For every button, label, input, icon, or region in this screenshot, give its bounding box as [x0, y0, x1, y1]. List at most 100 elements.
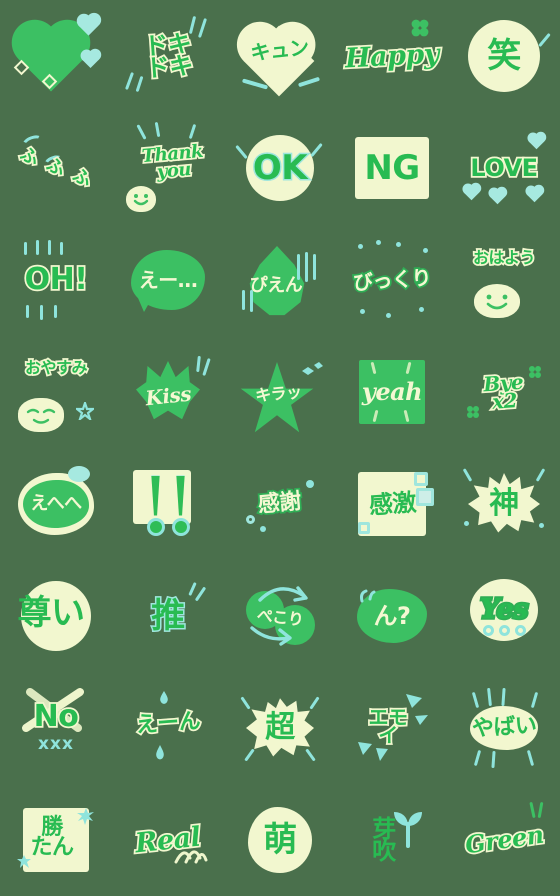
emoji-cell-bye[interactable]: Bye x2: [448, 336, 560, 448]
emoji-cell-love[interactable]: LOVE: [448, 112, 560, 224]
smiley-face-icon: [474, 284, 520, 318]
emoji-cell-yes[interactable]: Yes: [448, 560, 560, 672]
emoji-cell-bikkuri[interactable]: びっくり: [336, 224, 448, 336]
emoji-art: OH!: [10, 234, 102, 326]
square-accent: [414, 472, 428, 486]
emoji-art: ドキ ドキ: [122, 10, 214, 102]
emoji-cell-warai[interactable]: 笑: [448, 0, 560, 112]
emoji-cell-pekori[interactable]: ぺこり: [224, 560, 336, 672]
emoji-cell-oshi[interactable]: 推: [112, 560, 224, 672]
swoosh-line: [297, 76, 321, 88]
emoji-cell-fufufu[interactable]: ふ ふ ふ: [0, 112, 112, 224]
emoji-label: Thank you: [140, 140, 206, 185]
speed-line: [135, 75, 144, 93]
emoji-label: エモ イ: [367, 704, 410, 747]
exclamation-dot: [174, 520, 187, 533]
confetti-dot: [358, 244, 363, 249]
emoji-cell-kira[interactable]: キラッ: [224, 336, 336, 448]
spark-line: [188, 581, 197, 597]
emoji-cell-hmm[interactable]: ん?: [336, 560, 448, 672]
bubble-dot: [260, 526, 266, 532]
confetti-dot: [396, 242, 401, 247]
emoji-label: えーん: [133, 707, 203, 740]
square-accent: [416, 488, 434, 506]
emoji-art: 超: [234, 682, 326, 774]
emoji-art: OK: [234, 122, 326, 214]
emoji-label: 超: [265, 710, 295, 745]
rain-line: [242, 290, 245, 310]
emoji-label: ぴえん: [249, 275, 303, 296]
confetti-dot: [419, 307, 424, 312]
bubble-dot: [246, 515, 255, 524]
emoji-cell-pien[interactable]: ぴえん: [224, 224, 336, 336]
emoji-cell-yeah[interactable]: yeah: [336, 336, 448, 448]
mini-heart-icon: [526, 186, 543, 203]
emoji-cell-ohayou[interactable]: おはよう: [448, 224, 560, 336]
emoji-cell-kangeki[interactable]: 感激: [336, 448, 448, 560]
emoji-art: びっくり: [346, 234, 438, 326]
emoji-cell-yabai[interactable]: やばい: [448, 672, 560, 784]
emoji-art: 感激: [346, 458, 438, 550]
spark-line: [244, 748, 255, 762]
emoji-cell-katan[interactable]: 勝 たん: [0, 784, 112, 896]
emoji-cell-een[interactable]: えーん: [112, 672, 224, 784]
emoji-art: Happy: [343, 10, 442, 102]
emoji-art: Bye x2: [458, 346, 550, 438]
mini-heart-icon: [81, 50, 100, 69]
emoji-cell-kiss[interactable]: Kiss: [112, 336, 224, 448]
spark-line: [501, 687, 506, 707]
emoji-cell-real[interactable]: Real: [112, 784, 224, 896]
confetti-dot: [386, 313, 391, 318]
emoji-cell-emoi[interactable]: エモ イ: [336, 672, 448, 784]
emoji-label: 勝 たん: [30, 814, 74, 860]
spark-line: [235, 144, 248, 160]
emoji-cell-dokidoki[interactable]: ドキ ドキ: [112, 0, 224, 112]
emoji-label: 神: [489, 486, 519, 521]
dot: [482, 625, 494, 636]
emoji-cell-ee[interactable]: えー…: [112, 224, 224, 336]
emoji-art: えーん: [122, 682, 214, 774]
emoji-art: 感謝: [234, 458, 326, 550]
emoji-cell-oyasumi[interactable]: おやすみ: [0, 336, 112, 448]
emoji-art: エモ イ: [346, 682, 438, 774]
emoji-cell-kyun[interactable]: キュン: [224, 0, 336, 112]
emoji-art: ん?: [346, 570, 438, 662]
emoji-art: Thank you: [122, 121, 214, 214]
spark-line: [60, 242, 63, 255]
spark-line: [194, 586, 207, 602]
emoji-cell-no[interactable]: No xxx: [0, 672, 112, 784]
emoji-cell-heart[interactable]: [0, 0, 112, 112]
emoji-cell-green[interactable]: Green: [448, 784, 560, 896]
emoji-cell-ok[interactable]: OK: [224, 112, 336, 224]
emoji-art: キラッ: [234, 346, 326, 438]
spark-line: [26, 305, 29, 318]
emoji-cell-thankyou[interactable]: Thank you: [112, 112, 224, 224]
spark-line: [48, 240, 51, 255]
emoji-art: Yes: [458, 570, 550, 662]
emoji-cell-ehehe[interactable]: えへへ: [0, 448, 112, 560]
emoji-cell-happy[interactable]: Happy: [336, 0, 448, 112]
emoji-art: [10, 10, 102, 102]
emoji-cell-chou[interactable]: 超: [224, 672, 336, 784]
sleeping-face-icon: [18, 398, 64, 432]
emoji-art: LOVE: [458, 122, 550, 214]
emoji-cell-double-exclamation[interactable]: !!: [112, 448, 224, 560]
emoji-cell-kansha[interactable]: 感謝: [224, 448, 336, 560]
spark-line: [526, 749, 535, 767]
emoji-label: Happy: [343, 36, 442, 75]
emoji-cell-oh[interactable]: OH!: [0, 224, 112, 336]
triangle-accent: [414, 712, 430, 731]
emoji-cell-ng[interactable]: NG: [336, 112, 448, 224]
emoji-cell-toutoi[interactable]: 尊い: [0, 560, 112, 672]
spark-line: [309, 696, 320, 710]
emoji-art: Green: [458, 794, 550, 886]
emoji-cell-moe[interactable]: 萌: [224, 784, 336, 896]
emoji-art: 萌: [234, 794, 326, 886]
spark-line: [487, 687, 492, 707]
spark-line: [530, 691, 539, 709]
spark-dot: [464, 521, 469, 526]
emoji-label: 推: [150, 596, 187, 636]
emoji-art: No xxx: [10, 682, 102, 774]
emoji-cell-mebuki[interactable]: 芽 吹: [336, 784, 448, 896]
emoji-cell-kami[interactable]: 神: [448, 448, 560, 560]
